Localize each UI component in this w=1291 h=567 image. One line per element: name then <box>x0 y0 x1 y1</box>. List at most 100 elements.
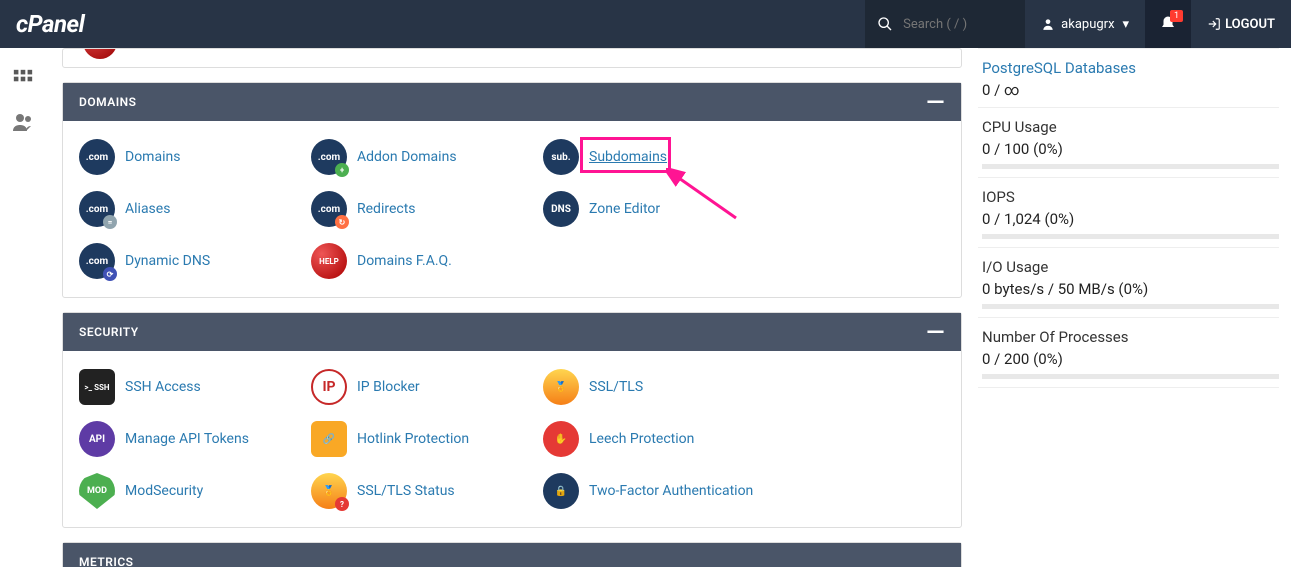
item-domains-faq[interactable]: HELP Domains F.A.Q. <box>303 235 535 287</box>
top-header: cPanel akapugrx ▾ 1 LOGOUT <box>0 0 1291 48</box>
stats-sidebar: PostgreSQL Databases 0 / ∞ CPU Usage 0 /… <box>978 48 1291 567</box>
item-modsecurity[interactable]: MOD ModSecurity <box>71 465 303 517</box>
stat-processes-title: Number Of Processes <box>982 328 1279 346</box>
sslstatus-icon: 🏅? <box>311 473 347 509</box>
item-subdomains-label: Subdomains <box>589 149 667 165</box>
dns-icon: DNS <box>543 191 579 227</box>
item-ip-blocker[interactable]: IP IP Blocker <box>303 361 535 413</box>
section-domains-header[interactable]: DOMAINS — <box>63 83 961 121</box>
item-dynamic-dns[interactable]: .com⟳ Dynamic DNS <box>71 235 303 287</box>
section-domains-title: DOMAINS <box>79 95 136 109</box>
item-hotlink-label: Hotlink Protection <box>357 431 469 447</box>
notif-badge: 1 <box>1170 10 1183 22</box>
users-icon <box>11 110 35 134</box>
nav-home[interactable] <box>0 58 46 100</box>
chevron-down-icon: ▾ <box>1123 17 1130 32</box>
item-redirects[interactable]: .com↻ Redirects <box>303 183 535 235</box>
search-input[interactable] <box>903 17 1003 32</box>
item-modsec-label: ModSecurity <box>125 483 203 499</box>
item-dyndns-label: Dynamic DNS <box>125 253 210 269</box>
leech-icon: ✋ <box>543 421 579 457</box>
stat-iops-bar <box>982 234 1279 239</box>
stat-iops: IOPS 0 / 1,024 (0%) <box>978 178 1279 248</box>
logo[interactable]: cPanel <box>0 10 100 38</box>
addon-icon: .com+ <box>311 139 347 175</box>
item-leech-protection[interactable]: ✋ Leech Protection <box>535 413 767 465</box>
item-two-factor-auth[interactable]: 🔒 Two-Factor Authentication <box>535 465 767 517</box>
dotcom-icon: .com <box>79 139 115 175</box>
section-security-header[interactable]: SECURITY — <box>63 313 961 351</box>
item-zone-editor[interactable]: DNS Zone Editor <box>535 183 767 235</box>
item-twofa-label: Two-Factor Authentication <box>589 483 753 499</box>
stub-icon <box>83 48 117 59</box>
item-sslstatus-label: SSL/TLS Status <box>357 483 455 499</box>
stat-iops-title: IOPS <box>982 188 1279 206</box>
stat-processes: Number Of Processes 0 / 200 (0%) <box>978 318 1279 388</box>
item-hotlink-protection[interactable]: 🔗 Hotlink Protection <box>303 413 535 465</box>
item-api-label: Manage API Tokens <box>125 431 249 447</box>
item-aliases-label: Aliases <box>125 201 170 217</box>
item-ssh-label: SSH Access <box>125 379 201 395</box>
stat-cpu-title: CPU Usage <box>982 118 1279 136</box>
section-security: SECURITY — >_ SSHSSH Access IP IP Blocker… <box>62 312 962 528</box>
item-zone-label: Zone Editor <box>589 201 660 217</box>
item-ssl-tls[interactable]: 🏅 SSL/TLS <box>535 361 767 413</box>
left-nav <box>0 48 46 144</box>
modsec-icon: MOD <box>79 473 115 509</box>
dyndns-icon: .com⟳ <box>79 243 115 279</box>
subdomains-icon: sub. <box>543 139 579 175</box>
stat-io: I/O Usage 0 bytes/s / 50 MB/s (0%) <box>978 248 1279 318</box>
api-icon: API <box>79 421 115 457</box>
previous-section-edge <box>62 48 962 68</box>
stat-cpu-bar <box>982 164 1279 169</box>
item-aliases[interactable]: .com= Aliases <box>71 183 303 235</box>
user-icon <box>1041 17 1055 31</box>
stat-postgresql-value: 0 / ∞ <box>982 81 1279 99</box>
item-addon-domains[interactable]: .com+ Addon Domains <box>303 131 535 183</box>
item-manage-api-tokens[interactable]: API Manage API Tokens <box>71 413 303 465</box>
section-metrics: METRICS <box>62 542 962 567</box>
item-faq-label: Domains F.A.Q. <box>357 253 452 269</box>
item-ssl-tls-status[interactable]: 🏅? SSL/TLS Status <box>303 465 535 517</box>
item-addon-label: Addon Domains <box>357 149 457 165</box>
username-label: akapugrx <box>1061 17 1114 32</box>
item-ipblock-label: IP Blocker <box>357 379 420 395</box>
stat-postgresql: PostgreSQL Databases 0 / ∞ <box>978 48 1279 108</box>
aliases-icon: .com= <box>79 191 115 227</box>
help-icon: HELP <box>311 243 347 279</box>
search-box[interactable] <box>865 0 1025 48</box>
ssltls-icon: 🏅 <box>543 369 579 405</box>
stat-cpu-value: 0 / 100 (0%) <box>982 140 1279 158</box>
stat-io-bar <box>982 304 1279 309</box>
section-metrics-header[interactable]: METRICS <box>63 543 961 567</box>
stat-io-value: 0 bytes/s / 50 MB/s (0%) <box>982 280 1279 298</box>
item-leech-label: Leech Protection <box>589 431 694 447</box>
logout-button[interactable]: LOGOUT <box>1191 17 1291 32</box>
main-content: DOMAINS — .com Domains .com+ Addon Domains… <box>46 48 978 567</box>
notifications-button[interactable]: 1 <box>1145 0 1191 48</box>
stat-processes-bar <box>982 374 1279 379</box>
stat-io-title: I/O Usage <box>982 258 1279 276</box>
search-icon <box>877 16 893 32</box>
logout-icon <box>1207 17 1221 31</box>
user-menu[interactable]: akapugrx ▾ <box>1025 17 1145 32</box>
grid-icon <box>12 68 34 90</box>
stat-cpu: CPU Usage 0 / 100 (0%) <box>978 108 1279 178</box>
stat-iops-value: 0 / 1,024 (0%) <box>982 210 1279 228</box>
item-domains[interactable]: .com Domains <box>71 131 303 183</box>
logout-label: LOGOUT <box>1225 17 1275 32</box>
hotlink-icon: 🔗 <box>311 421 347 457</box>
item-ssh-access[interactable]: >_ SSHSSH Access <box>71 361 303 413</box>
twofa-icon: 🔒 <box>543 473 579 509</box>
item-redirects-label: Redirects <box>357 201 416 217</box>
section-metrics-title: METRICS <box>79 555 134 567</box>
stat-processes-value: 0 / 200 (0%) <box>982 350 1279 368</box>
item-subdomains[interactable]: sub. Subdomains <box>535 131 767 183</box>
stat-postgresql-title[interactable]: PostgreSQL Databases <box>982 59 1279 77</box>
item-domains-label: Domains <box>125 149 180 165</box>
section-domains: DOMAINS — .com Domains .com+ Addon Domains… <box>62 82 962 298</box>
redirects-icon: .com↻ <box>311 191 347 227</box>
ipblock-icon: IP <box>311 369 347 405</box>
nav-users[interactable] <box>0 100 46 144</box>
item-ssltls-label: SSL/TLS <box>589 379 643 395</box>
